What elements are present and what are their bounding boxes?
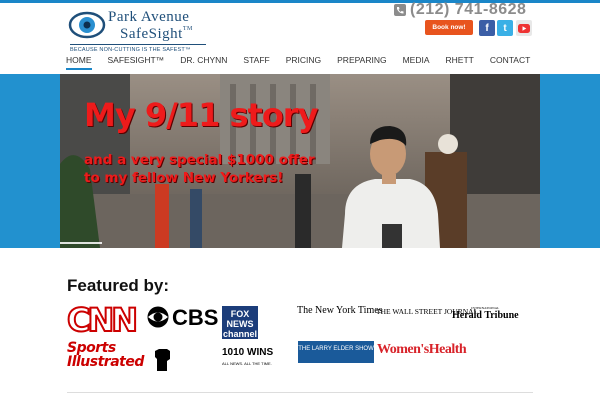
twitter-icon[interactable]: t [497,20,513,36]
youtube-glyph [518,23,530,33]
nav-item-pricing[interactable]: PRICING [286,52,321,70]
nyt-logo: The New York Times [297,305,383,316]
larry-elder-show-logo: THE LARRY ELDER SHOW [298,341,374,363]
phone-number-text: (212) 741-8628 [410,1,527,18]
sports-illustrated-logo: Sports Illustrated [67,340,144,370]
book-now-button[interactable]: Book now! [425,20,473,35]
cbs-logo: CBS [172,305,219,330]
logo-rule [70,44,206,45]
hero-slider[interactable]: My 9/11 story and a very special $1000 o… [60,74,540,248]
fist-logo-icon [152,345,174,373]
herald-tribune-logo: INTERNATIONAL Herald Tribune [452,306,519,321]
phone-number[interactable]: (212) 741-8628 [394,1,526,19]
phone-icon [394,4,406,16]
hero-subtitle-line2: to my fellow New Yorkers! [84,170,284,186]
nav-item-home[interactable]: HOME [66,52,92,70]
1010-wins-logo: 1010 WINS ALL NEWS. ALL THE TIME. [222,347,274,366]
facebook-icon[interactable]: f [479,20,495,36]
cbs-eye-icon [147,306,169,328]
logo-line1: Park Avenue [108,9,190,25]
eye-logo-icon [68,11,106,39]
nav-item-contact[interactable]: CONTACT [490,52,530,70]
nav-item-preparing[interactable]: PREPARING [337,52,386,70]
logo-line2: SafeSightTM [120,26,193,42]
nav-item-rhett[interactable]: RHETT [446,52,474,70]
hero-title: My 9/11 story [84,96,318,134]
logo-tm: TM [182,26,193,32]
youtube-icon[interactable] [516,20,532,36]
nav-item-safesight[interactable]: SAFESIGHT™ [108,52,165,70]
nav-item-dr-chynn[interactable]: DR. CHYNN [180,52,227,70]
fox-news-logo: FOX NEWS channel [222,306,258,339]
main-nav: HOME SAFESIGHT™ DR. CHYNN STAFF PRICING … [66,52,530,70]
nav-item-staff[interactable]: STAFF [243,52,269,70]
nav-item-media[interactable]: MEDIA [403,52,430,70]
womens-health-logo: Women'sHealth [377,342,467,357]
hero-subtitle-line1: and a very special $1000 offer [84,152,315,168]
cnn-logo: CNN [66,301,139,339]
page: Park Avenue SafeSightTM BECAUSE NON-CUTT… [0,0,600,400]
bottom-divider [67,392,533,393]
featured-heading: Featured by: [67,276,170,295]
logo[interactable]: Park Avenue SafeSightTM BECAUSE NON-CUTT… [68,6,208,54]
slider-progress-bar [60,242,102,244]
